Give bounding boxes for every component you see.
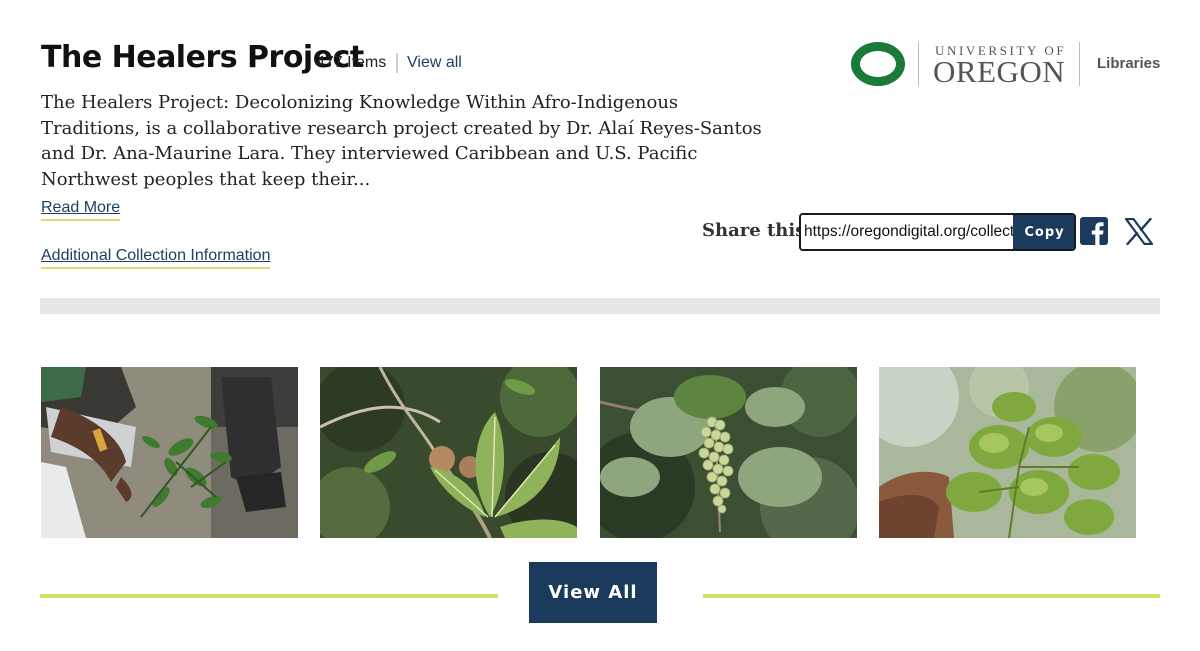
share-url-group: Copy	[799, 213, 1076, 251]
item-count: 477 Items	[316, 54, 387, 71]
footer-accent-line-right	[703, 594, 1160, 598]
facebook-icon[interactable]	[1080, 217, 1108, 245]
logo-divider	[918, 42, 919, 86]
additional-info-link[interactable]: Additional Collection Information	[41, 247, 271, 269]
thumbnail-hand-leaves[interactable]	[879, 367, 1136, 538]
thumbnail-hand-herbs[interactable]	[41, 367, 298, 538]
collection-description: The Healers Project: Decolonizing Knowle…	[41, 92, 762, 190]
logo-libraries: Libraries	[1097, 55, 1161, 72]
footer-accent-line-left	[40, 594, 498, 598]
copy-button[interactable]: Copy	[1013, 215, 1074, 249]
view-all-link[interactable]: View all	[407, 54, 462, 72]
view-all-button[interactable]: View All	[529, 562, 657, 623]
share-label: Share this:	[702, 220, 812, 241]
thumbnail-seagrape-cluster[interactable]	[600, 367, 857, 538]
header-divider	[396, 53, 398, 73]
read-more-link[interactable]: Read More	[41, 199, 121, 221]
x-icon[interactable]	[1124, 217, 1154, 246]
share-url-input[interactable]	[801, 215, 1013, 249]
oregon-o-mark	[851, 42, 905, 86]
logo-divider	[1079, 42, 1080, 86]
section-divider	[40, 298, 1160, 314]
logo-oregon: OREGON	[933, 54, 1066, 89]
thumbnail-plant-fruit[interactable]	[320, 367, 577, 538]
